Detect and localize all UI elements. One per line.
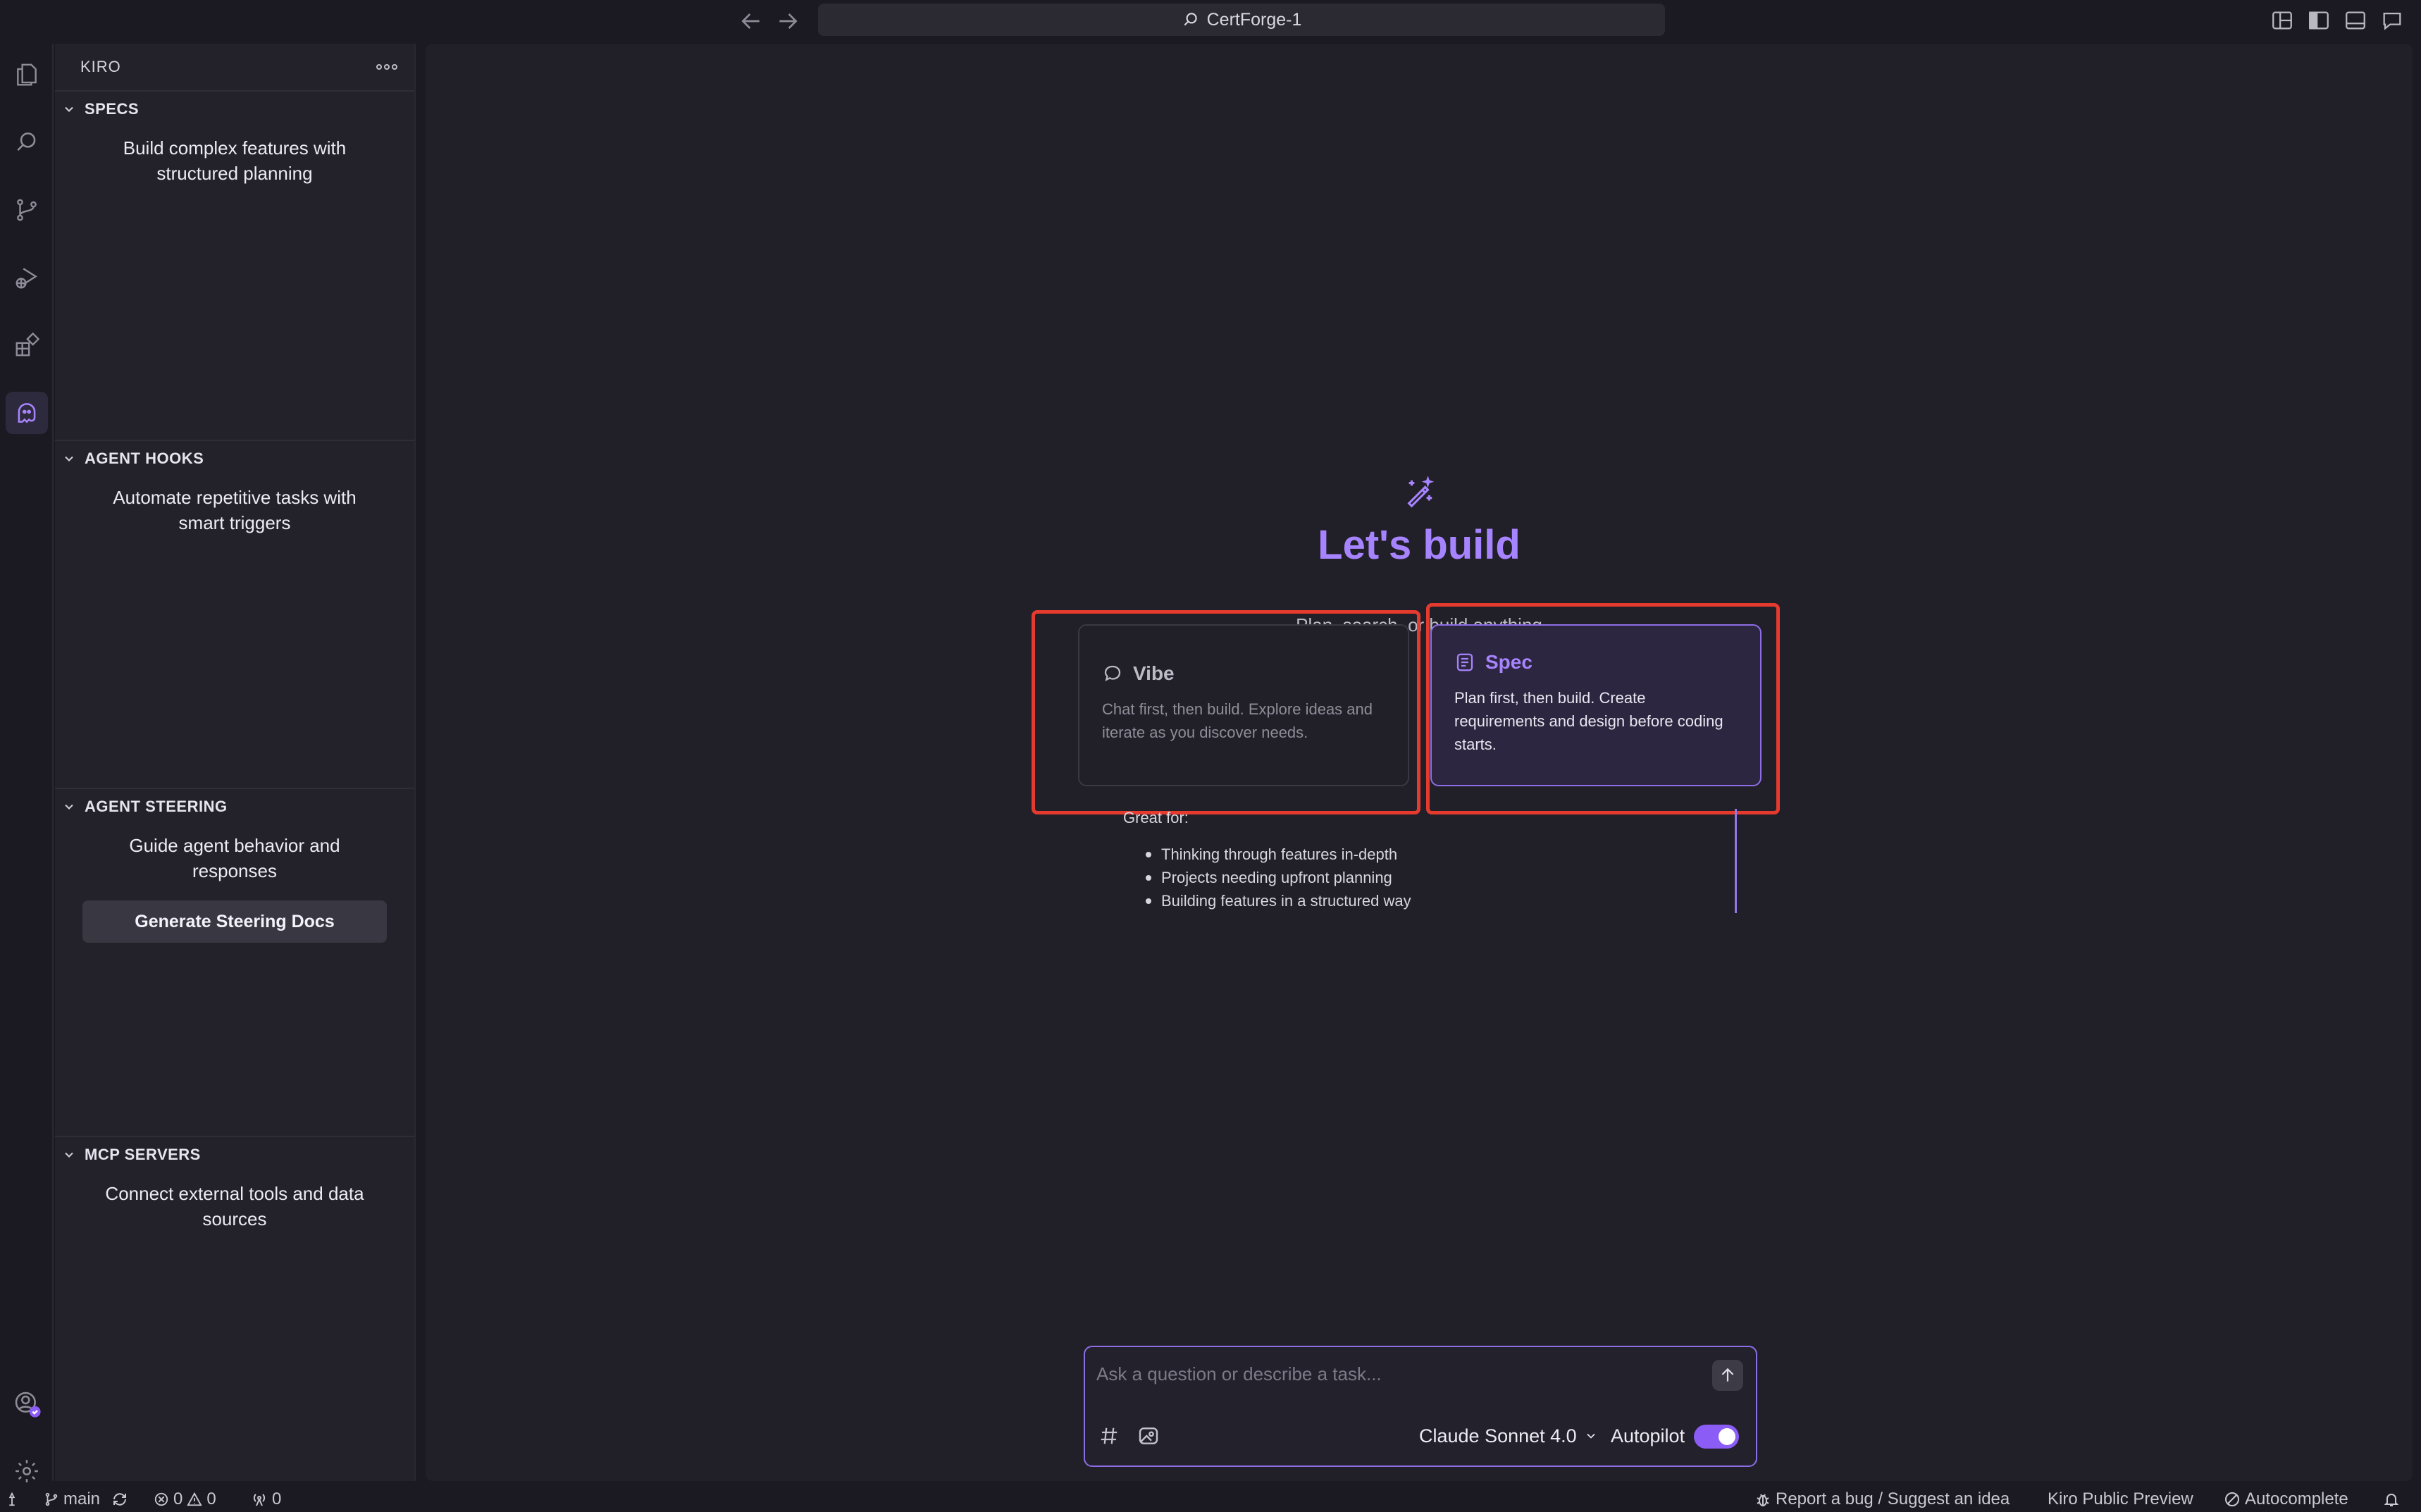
autocomplete-text: Autocomplete <box>2245 1489 2348 1508</box>
chevron-down-icon <box>62 800 76 814</box>
send-button[interactable] <box>1712 1360 1743 1391</box>
chat-input-box: Claude Sonnet 4.0 Autopilot <box>1084 1346 1757 1467</box>
source-control-icon[interactable] <box>6 189 48 231</box>
section-header-agent-steering[interactable]: AGENT STEERING <box>55 789 414 824</box>
more-actions-icon[interactable] <box>375 60 399 74</box>
window-title: CertForge-1 <box>1206 9 1302 30</box>
side-panel-header: KIRO <box>55 44 414 92</box>
branch-icon <box>44 1492 59 1507</box>
section-title: AGENT HOOKS <box>85 450 204 467</box>
report-text: Report a bug / Suggest an idea <box>1776 1489 2010 1508</box>
remote-icon[interactable] <box>4 1487 20 1512</box>
warning-count: 0 <box>206 1489 216 1508</box>
toggle-panel-icon[interactable] <box>2343 8 2367 32</box>
problems-indicator[interactable]: 0 0 <box>154 1487 216 1512</box>
page-title: Let's build <box>1318 522 1521 568</box>
autopilot-toggle[interactable] <box>1694 1425 1739 1449</box>
sync-icon[interactable] <box>111 1491 128 1508</box>
section-header-mcp-servers[interactable]: MCP SERVERS <box>55 1137 414 1172</box>
autocomplete-status[interactable]: Autocomplete <box>2224 1487 2348 1512</box>
status-bar: main 0 0 0 Report a bug / Suggest an ide… <box>0 1487 2421 1512</box>
kiro-ghost-icon[interactable] <box>6 392 48 434</box>
section-agent-hooks: AGENT HOOKS Automate repetitive tasks wi… <box>55 440 414 788</box>
toggle-sidebar-icon[interactable] <box>2307 8 2331 32</box>
search-icon <box>1182 11 1200 29</box>
section-mcp-servers: MCP SERVERS Connect external tools and d… <box>55 1136 414 1484</box>
section-title: AGENT STEERING <box>85 798 228 815</box>
great-for-list: Thinking through features in-depth Proje… <box>1146 843 1411 912</box>
report-bug-link[interactable]: Report a bug / Suggest an idea <box>1754 1487 2010 1512</box>
toggle-knob <box>1719 1428 1735 1445</box>
extensions-icon[interactable] <box>6 324 48 366</box>
section-description: Automate repetitive tasks with smart tri… <box>113 487 357 533</box>
arrow-up-icon <box>1719 1366 1737 1384</box>
back-arrow-icon[interactable] <box>737 7 765 35</box>
broadcast-icon <box>251 1491 268 1508</box>
section-specs: SPECS Build complex features with struct… <box>55 92 414 440</box>
search-icon[interactable] <box>6 121 48 163</box>
image-attach-icon[interactable] <box>1136 1423 1161 1449</box>
main-editor-area: Let's build Plan, search, or build anyth… <box>426 44 2413 1481</box>
list-item: Projects needing upfront planning <box>1146 866 1411 889</box>
section-title: SPECS <box>85 100 140 118</box>
warning-icon <box>187 1492 203 1507</box>
forward-arrow-icon[interactable] <box>774 7 802 35</box>
model-selector[interactable]: Claude Sonnet 4.0 <box>1419 1423 1598 1449</box>
activity-bar <box>0 44 54 1482</box>
settings-gear-icon[interactable] <box>6 1450 48 1492</box>
kiro-side-panel: KIRO SPECS Build complex features with s… <box>55 44 416 1481</box>
disabled-circle-icon <box>2224 1491 2241 1508</box>
error-icon <box>154 1492 169 1507</box>
list-item: Building features in a structured way <box>1146 889 1411 912</box>
side-panel-title: KIRO <box>80 58 121 75</box>
chat-bubble-icon[interactable] <box>2380 8 2404 32</box>
preview-text: Kiro Public Preview <box>2048 1489 2193 1508</box>
branch-name: main <box>63 1489 101 1508</box>
model-name: Claude Sonnet 4.0 <box>1419 1425 1577 1446</box>
chevron-down-icon <box>62 1148 76 1162</box>
explorer-icon[interactable] <box>6 54 48 96</box>
section-description: Connect external tools and data sources <box>105 1183 364 1229</box>
list-item: Thinking through features in-depth <box>1146 843 1411 866</box>
error-count: 0 <box>173 1489 183 1508</box>
chevron-down-icon <box>62 102 76 116</box>
section-title: MCP SERVERS <box>85 1146 201 1163</box>
ports-count: 0 <box>272 1489 282 1508</box>
run-debug-icon[interactable] <box>6 256 48 299</box>
title-bar: CertForge-1 <box>0 0 2421 41</box>
generate-steering-docs-button[interactable]: Generate Steering Docs <box>82 900 387 943</box>
highlight-box-spec <box>1426 603 1780 814</box>
magic-wand-icon <box>1404 476 1436 509</box>
kiro-preview-label[interactable]: Kiro Public Preview <box>2048 1487 2193 1512</box>
section-header-specs[interactable]: SPECS <box>55 92 414 127</box>
bug-icon <box>1754 1491 1771 1508</box>
chat-input[interactable] <box>1096 1360 1695 1388</box>
chevron-down-icon <box>1584 1429 1598 1443</box>
connector-line <box>1735 809 1737 913</box>
git-branch-indicator[interactable]: main <box>44 1487 128 1512</box>
section-header-agent-hooks[interactable]: AGENT HOOKS <box>55 441 414 476</box>
chevron-down-icon <box>62 452 76 466</box>
hash-context-icon[interactable] <box>1096 1423 1122 1449</box>
section-description: Build complex features with structured p… <box>123 137 347 184</box>
autopilot-label: Autopilot <box>1611 1425 1685 1446</box>
notifications-bell-icon[interactable] <box>2383 1487 2400 1512</box>
highlight-box-vibe <box>1032 610 1420 814</box>
great-for-label: Great for: <box>1123 809 1189 826</box>
account-icon[interactable] <box>6 1382 48 1425</box>
section-agent-steering: AGENT STEERING Guide agent behavior and … <box>55 788 414 1136</box>
section-description: Guide agent behavior and responses <box>129 835 340 881</box>
command-center-search[interactable]: CertForge-1 <box>818 4 1665 36</box>
ports-indicator[interactable]: 0 <box>251 1487 281 1512</box>
layout-customize-icon[interactable] <box>2270 8 2294 32</box>
